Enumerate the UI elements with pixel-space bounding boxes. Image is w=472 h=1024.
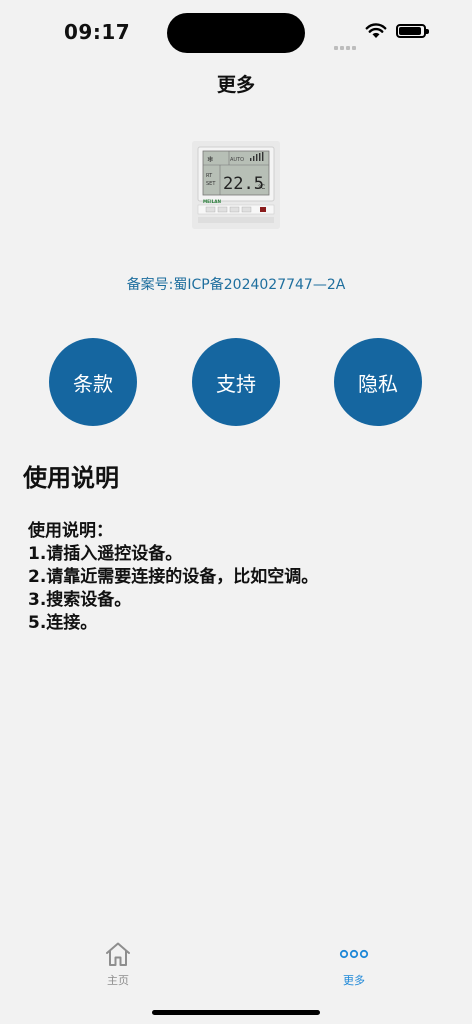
home-indicator: [152, 1010, 320, 1015]
tab-more-label: 更多: [343, 974, 365, 987]
home-icon: [106, 942, 130, 966]
battery-icon: [396, 24, 429, 38]
tab-more[interactable]: 更多: [324, 940, 384, 988]
svg-text:RT: RT: [206, 173, 213, 179]
support-button[interactable]: 支持: [192, 338, 280, 426]
instruction-line: 1.请插入遥控设备。: [28, 544, 183, 564]
tab-home-label: 主页: [107, 974, 129, 987]
more-dots-icon: [339, 949, 369, 959]
terms-button[interactable]: 条款: [49, 338, 137, 426]
device-brand-text: MEILAN: [203, 199, 221, 204]
instruction-line: 5.连接。: [28, 613, 98, 633]
svg-text:❄: ❄: [207, 155, 214, 164]
instruction-line: 使用说明：: [28, 521, 113, 541]
thermostat-device-image: ❄ AUTO RT SET 22.5 °C MEILAN: [192, 141, 280, 229]
instruction-line: 3.搜索设备。: [28, 590, 132, 610]
device-mode-text: AUTO: [230, 157, 244, 163]
usage-instructions: 使用说明： 1.请插入遥控设备。 2.请靠近需要连接的设备，比如空调。 3.搜索…: [28, 520, 458, 635]
dynamic-island: [167, 13, 305, 53]
page-title: 更多: [216, 74, 255, 96]
usage-section-title: 使用说明: [23, 464, 119, 492]
status-bar: 09:17: [0, 0, 472, 64]
status-time: 09:17: [64, 20, 131, 44]
svg-text:SET: SET: [206, 181, 216, 187]
cellular-signal-icon: [334, 35, 358, 54]
wifi-icon: [365, 23, 387, 38]
instruction-line: 2.请靠近需要连接的设备，比如空调。: [28, 567, 319, 587]
tab-home[interactable]: 主页: [88, 940, 148, 988]
device-unit-text: °C: [258, 184, 265, 191]
icp-record-number: 备案号:蜀ICP备2024027747—2A: [126, 277, 346, 293]
privacy-button[interactable]: 隐私: [334, 338, 422, 426]
